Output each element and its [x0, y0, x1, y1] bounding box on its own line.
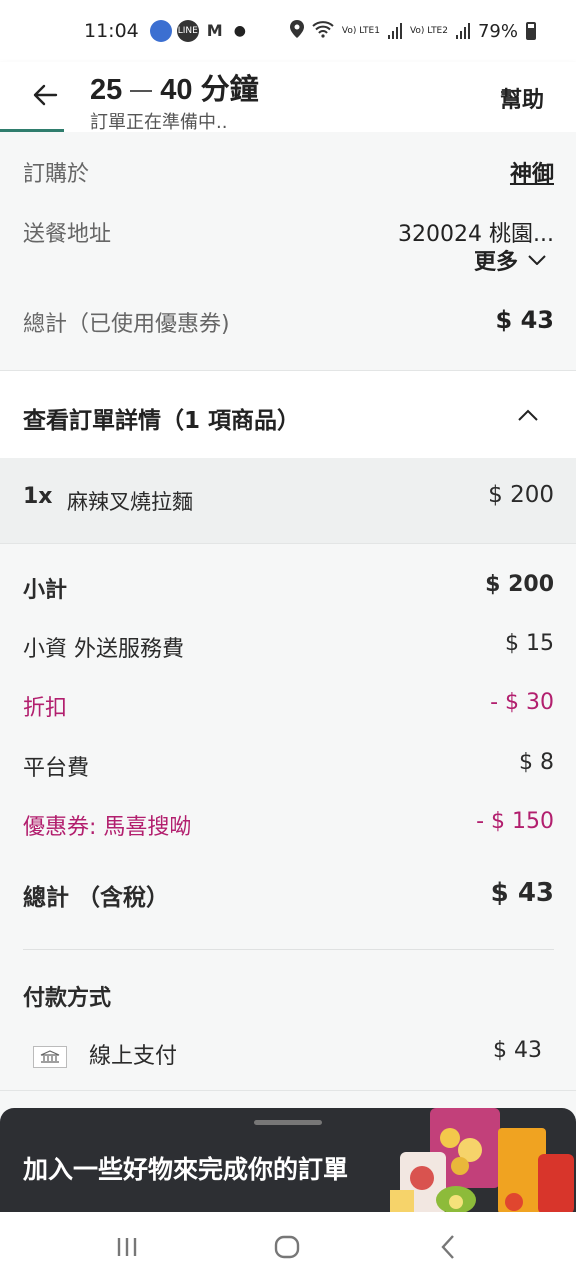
total-row: 總計 （含稅） $ 43: [23, 878, 554, 912]
platform-fee-row: 平台費 $ 8: [23, 750, 554, 782]
item-price: $ 200: [488, 482, 554, 508]
ordered-at-label: 訂購於: [23, 162, 90, 187]
total-label: 總計 （含稅）: [23, 885, 170, 911]
order-details-toggle[interactable]: 查看訂單詳情（1 項商品）: [0, 371, 576, 458]
payment-title: 付款方式: [23, 986, 112, 1011]
subtotal-label: 小計: [23, 578, 68, 603]
home-icon[interactable]: [272, 1232, 302, 1262]
eta-unit: 分鐘: [200, 72, 259, 106]
chevron-up-icon: [518, 409, 538, 421]
eta-max: 40: [160, 74, 193, 106]
network-label-1: Vo) LTE1: [341, 25, 380, 36]
address-label: 送餐地址: [23, 222, 112, 247]
payment-method-label: 線上支付: [89, 1044, 178, 1069]
status-time: 11:04: [84, 20, 139, 42]
add-items-promo-sheet[interactable]: 加入一些好物來完成你的訂單: [0, 1108, 576, 1214]
back-arrow-icon[interactable]: [30, 80, 60, 110]
eta-min: 25: [90, 74, 123, 106]
system-nav-bar: [0, 1212, 576, 1280]
subtotal-value: $ 200: [485, 572, 554, 597]
more-notifications-dot-icon: ●: [233, 23, 246, 39]
total-coupon-label: 總計（已使用優惠券): [23, 312, 230, 337]
store-link[interactable]: 神御: [510, 156, 554, 188]
eta-title: 25 40 分鐘: [90, 66, 259, 108]
back-nav-icon[interactable]: [434, 1232, 464, 1262]
price-summary: 小計 $ 200 小資 外送服務費 $ 15 折扣 - $ 30 平台費 $ 8…: [0, 544, 576, 1104]
sheet-drag-handle[interactable]: [254, 1120, 322, 1125]
network-label-2: Vo) LTE2: [409, 25, 448, 36]
status-bar: 11:04 LINE M ● Vo) LTE1 Vo) LTE2 79%: [0, 0, 576, 62]
signal-2-icon: [455, 23, 470, 39]
ordered-at-row: 訂購於 神御: [23, 156, 554, 188]
platform-fee-value: $ 8: [519, 750, 554, 775]
more-label: 更多: [473, 250, 518, 275]
item-qty: 1x: [23, 484, 53, 509]
coupon-row: 優惠券: 馬喜搜呦 - $ 150: [23, 809, 554, 841]
total-coupon-row: 總計（已使用優惠券) $ 43: [23, 306, 554, 338]
payment-method-row: 線上支付 $ 43: [33, 1038, 542, 1070]
signal-1-icon: [387, 23, 402, 39]
help-button[interactable]: 幫助: [500, 82, 544, 114]
avatar-notification-icon: [149, 20, 172, 42]
bank-icon: [33, 1046, 67, 1068]
battery-icon: [526, 22, 536, 40]
payment-amount: $ 43: [493, 1038, 542, 1063]
more-button[interactable]: 更多: [474, 244, 546, 276]
total-coupon-value: $ 43: [495, 306, 554, 334]
location-icon: [289, 19, 304, 43]
order-header: 25 40 分鐘 訂單正在準備中.. 幫助: [0, 62, 576, 132]
battery-percent: 79%: [477, 20, 518, 42]
platform-fee-label: 平台費: [23, 756, 90, 781]
promo-text: 加入一些好物來完成你的訂單: [23, 1155, 349, 1184]
order-item-row: 1x 麻辣叉燒拉麵 $ 200: [0, 458, 576, 544]
line-app-icon: LINE: [176, 20, 199, 42]
discount-value: - $ 30: [490, 690, 554, 715]
item-name: 麻辣叉燒拉麵: [67, 490, 193, 514]
divider: [23, 949, 554, 950]
status-right: Vo) LTE1 Vo) LTE2 79%: [289, 19, 536, 43]
order-info: 訂購於 神御 送餐地址 320024 桃園... 更多 總計（已使用優惠券) $…: [0, 132, 576, 370]
discount-label: 折扣: [23, 696, 68, 721]
coupon-label: 優惠券: 馬喜搜呦: [23, 815, 192, 840]
divider: [0, 1090, 576, 1091]
wifi-icon: [312, 20, 334, 43]
eta-dash: [130, 90, 153, 93]
total-value: $ 43: [490, 878, 554, 908]
subtotal-row: 小計 $ 200: [23, 572, 554, 604]
snacks-image: [390, 1108, 574, 1214]
service-fee-value: $ 15: [505, 631, 554, 656]
service-fee-row: 小資 外送服務費 $ 15: [23, 631, 554, 663]
coupon-value: - $ 150: [476, 809, 554, 834]
gmail-icon: M: [203, 20, 226, 42]
recent-apps-icon[interactable]: [112, 1232, 142, 1262]
order-details-title: 查看訂單詳情（1 項商品）: [23, 408, 301, 434]
service-fee-label: 小資 外送服務費: [23, 637, 184, 662]
order-status-text: 訂單正在準備中..: [90, 112, 228, 132]
discount-row: 折扣 - $ 30: [23, 690, 554, 722]
payment-method: 線上支付: [33, 1038, 177, 1070]
chevron-down-icon: [528, 255, 546, 265]
